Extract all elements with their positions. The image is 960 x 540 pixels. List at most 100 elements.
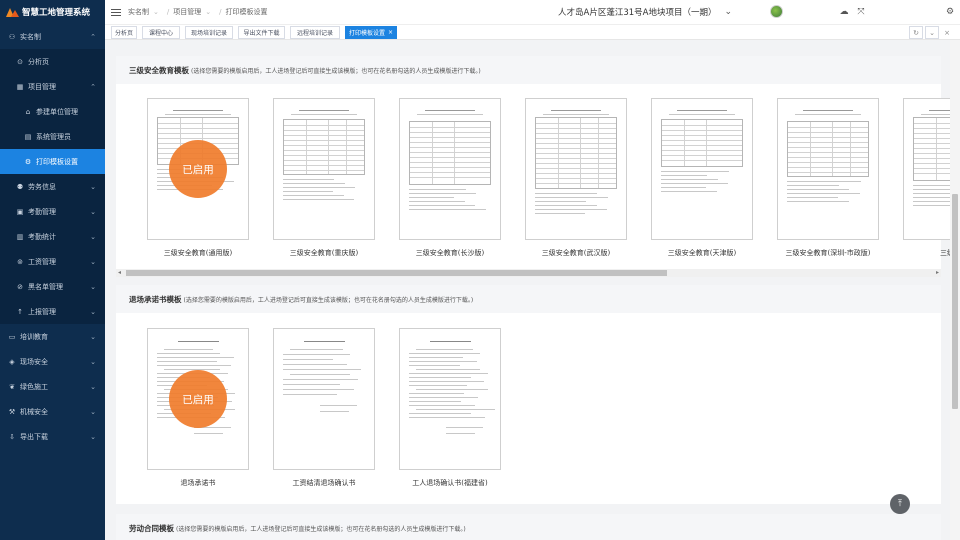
chevron-icon: ⌄ <box>90 307 96 316</box>
sidebar-item[interactable]: ⚉ 劳务信息 ⌄ <box>0 174 105 199</box>
template-section: 退场承诺书模板 (选择您需要的模版启用后，工人进场登记后可直接生成该模版；也可在花… <box>116 285 941 504</box>
sidebar-item[interactable]: ❦ 绿色施工 ⌄ <box>0 374 105 399</box>
template-name: 工资结清退场确认书 <box>292 479 356 487</box>
chevron-down-icon[interactable]: ⌄ <box>925 26 939 39</box>
template-thumbnail[interactable] <box>777 98 879 240</box>
chevron-icon: ⌃ <box>90 32 96 41</box>
leaf-icon: ❦ <box>9 382 15 391</box>
enabled-badge: 已启用 <box>169 140 227 198</box>
enabled-badge: 已启用 <box>169 370 227 428</box>
tab[interactable]: 打印模板设置 × <box>345 26 397 39</box>
sidebar-item-label: 上报管理 <box>28 307 56 316</box>
upload-icon: ↑ <box>17 307 23 316</box>
template-name: 三级安全 <box>940 249 950 257</box>
sidebar-item-label: 劳务信息 <box>28 182 56 191</box>
sidebar-item-label: 黑名单管理 <box>28 282 63 291</box>
chevron-icon: ⌄ <box>90 207 96 216</box>
tab-label: 现场培训记录 <box>190 30 227 37</box>
sidebar-item[interactable]: ▤ 系统管理员 <box>0 124 105 149</box>
fullscreen-icon[interactable]: ⤧ <box>855 6 867 18</box>
menu-toggle-icon[interactable] <box>111 8 121 16</box>
template-thumbnail[interactable] <box>273 98 375 240</box>
grid-icon: ▦ <box>16 82 24 91</box>
sidebar-item[interactable]: ⇩ 导出下载 ⌄ <box>0 424 105 449</box>
chevron-icon: ⌄ <box>90 232 96 241</box>
template-section: 三级安全教育模板 (选择您需要的模版启用后，工人进场登记后可直接生成该模版；也可在… <box>116 56 950 269</box>
sidebar-item[interactable]: ⊚ 工资管理 ⌄ <box>0 249 105 274</box>
app-logo: 智慧工地管理系统 <box>0 0 105 24</box>
breadcrumb-item[interactable]: 项目管理 <box>173 8 201 16</box>
sidebar-item[interactable]: ⚇ 实名制 ⌃ <box>0 24 105 49</box>
template-thumbnail[interactable] <box>399 328 501 470</box>
template-section: 劳动合同模板 (选择您需要的模版启用后，工人进场登记后可直接生成该模版；也可在花名… <box>116 514 941 540</box>
tab-label: 导出文件下载 <box>243 30 280 37</box>
sidebar-item[interactable]: ⚙ 打印模板设置 <box>0 149 105 174</box>
sidebar-item-label: 打印模板设置 <box>36 157 78 166</box>
sidebar-item[interactable]: ▭ 培训教育 ⌄ <box>0 324 105 349</box>
scroll-right-icon[interactable]: ▸ <box>936 269 939 277</box>
sidebar-item-label: 考勤统计 <box>28 232 56 241</box>
vertical-scrollbar[interactable] <box>950 40 960 540</box>
sidebar-item-label: 考勤管理 <box>28 207 56 216</box>
tab[interactable]: 课程中心 <box>142 26 180 39</box>
sidebar-item-label: 实名制 <box>20 32 41 41</box>
tab[interactable]: 导出文件下载 <box>238 26 285 39</box>
arrow-up-icon: ⤒ <box>898 499 902 509</box>
template-name: 工人退场确认书(福建省) <box>412 479 488 487</box>
sidebar-item[interactable]: ⊙ 分析页 <box>0 49 105 74</box>
breadcrumb-item: 打印模板设置 <box>225 8 268 16</box>
sidebar-item[interactable]: ▥ 考勤统计 ⌄ <box>0 224 105 249</box>
bar-chart-icon: ▥ <box>16 232 24 241</box>
sidebar-item[interactable]: ⊘ 黑名单管理 ⌄ <box>0 274 105 299</box>
scrollbar-thumb[interactable] <box>126 270 667 276</box>
tab-label: 课程中心 <box>148 30 173 37</box>
avatar[interactable] <box>770 5 783 18</box>
template-thumbnail[interactable] <box>525 98 627 240</box>
sidebar-item-label: 系统管理员 <box>36 132 71 141</box>
dashboard-icon: ⊙ <box>17 57 23 66</box>
logo-mark-icon <box>6 7 19 17</box>
section-description: (选择您需要的模版启用后，工人进场登记后可直接生成该模版；也可在花名册勾选的人员… <box>183 296 474 304</box>
section-title: 退场承诺书模板 <box>129 294 182 304</box>
close-icon[interactable]: × <box>388 29 393 36</box>
sidebar-item[interactable]: ⚒ 机械安全 ⌄ <box>0 399 105 424</box>
close-all-icon[interactable]: × <box>941 26 953 39</box>
sidebar-item-label: 工资管理 <box>28 257 56 266</box>
sidebar-item[interactable]: ▦ 项目管理 ⌃ <box>0 74 105 99</box>
scroll-left-icon[interactable]: ◂ <box>118 269 121 277</box>
breadcrumb-item[interactable]: 实名制 <box>128 8 149 16</box>
scrollbar-thumb[interactable] <box>952 194 958 409</box>
gear-icon: ⚙ <box>24 157 32 166</box>
sidebar-item-label: 培训教育 <box>20 332 48 341</box>
template-thumbnail[interactable] <box>903 98 950 240</box>
book-icon: ▭ <box>8 332 16 341</box>
sidebar-item[interactable]: ▣ 考勤管理 ⌄ <box>0 199 105 224</box>
section-title: 三级安全教育模板 <box>129 65 189 75</box>
template-thumbnail[interactable] <box>273 328 375 470</box>
sidebar-item-label: 绿色施工 <box>20 382 48 391</box>
template-thumbnail[interactable] <box>651 98 753 240</box>
settings-icon[interactable]: ⚙ <box>944 6 956 18</box>
sidebar-item-label: 参建单位管理 <box>36 107 78 116</box>
sidebar-item-label: 分析页 <box>28 57 49 66</box>
project-name: 人才岛A片区蓬江31号A地块项目（一期） <box>558 8 717 18</box>
sidebar-item[interactable]: ↑ 上报管理 ⌄ <box>0 299 105 324</box>
back-to-top-button[interactable]: ⤒ <box>890 494 910 514</box>
wallet-icon: ⊚ <box>17 257 23 266</box>
person-icon: ⚇ <box>8 32 16 41</box>
tab[interactable]: 现场培训记录 <box>185 26 233 39</box>
horizontal-scrollbar[interactable]: ◂ ▸ <box>116 269 941 277</box>
project-selector[interactable]: 人才岛A片区蓬江31号A地块项目（一期） ⌄ <box>558 0 732 24</box>
tab[interactable]: 远程培训记录 <box>290 26 340 39</box>
template-name: 三级安全教育(通用版) <box>163 249 233 257</box>
sidebar-item[interactable]: ◈ 现场安全 ⌄ <box>0 349 105 374</box>
refresh-icon[interactable]: ↻ <box>909 26 923 39</box>
cloud-icon[interactable]: ☁ <box>838 6 850 18</box>
tab-label: 远程培训记录 <box>296 30 333 37</box>
tab[interactable]: 分析页 <box>111 26 137 39</box>
template-thumbnail[interactable] <box>399 98 501 240</box>
top-bar: 实名制 ⌄ / 项目管理 ⌄ / 打印模板设置 <box>105 0 960 24</box>
team-icon: ⚉ <box>16 182 24 191</box>
template-name: 三级安全教育(武汉版) <box>541 249 611 257</box>
sidebar-item[interactable]: ⌂ 参建单位管理 <box>0 99 105 124</box>
